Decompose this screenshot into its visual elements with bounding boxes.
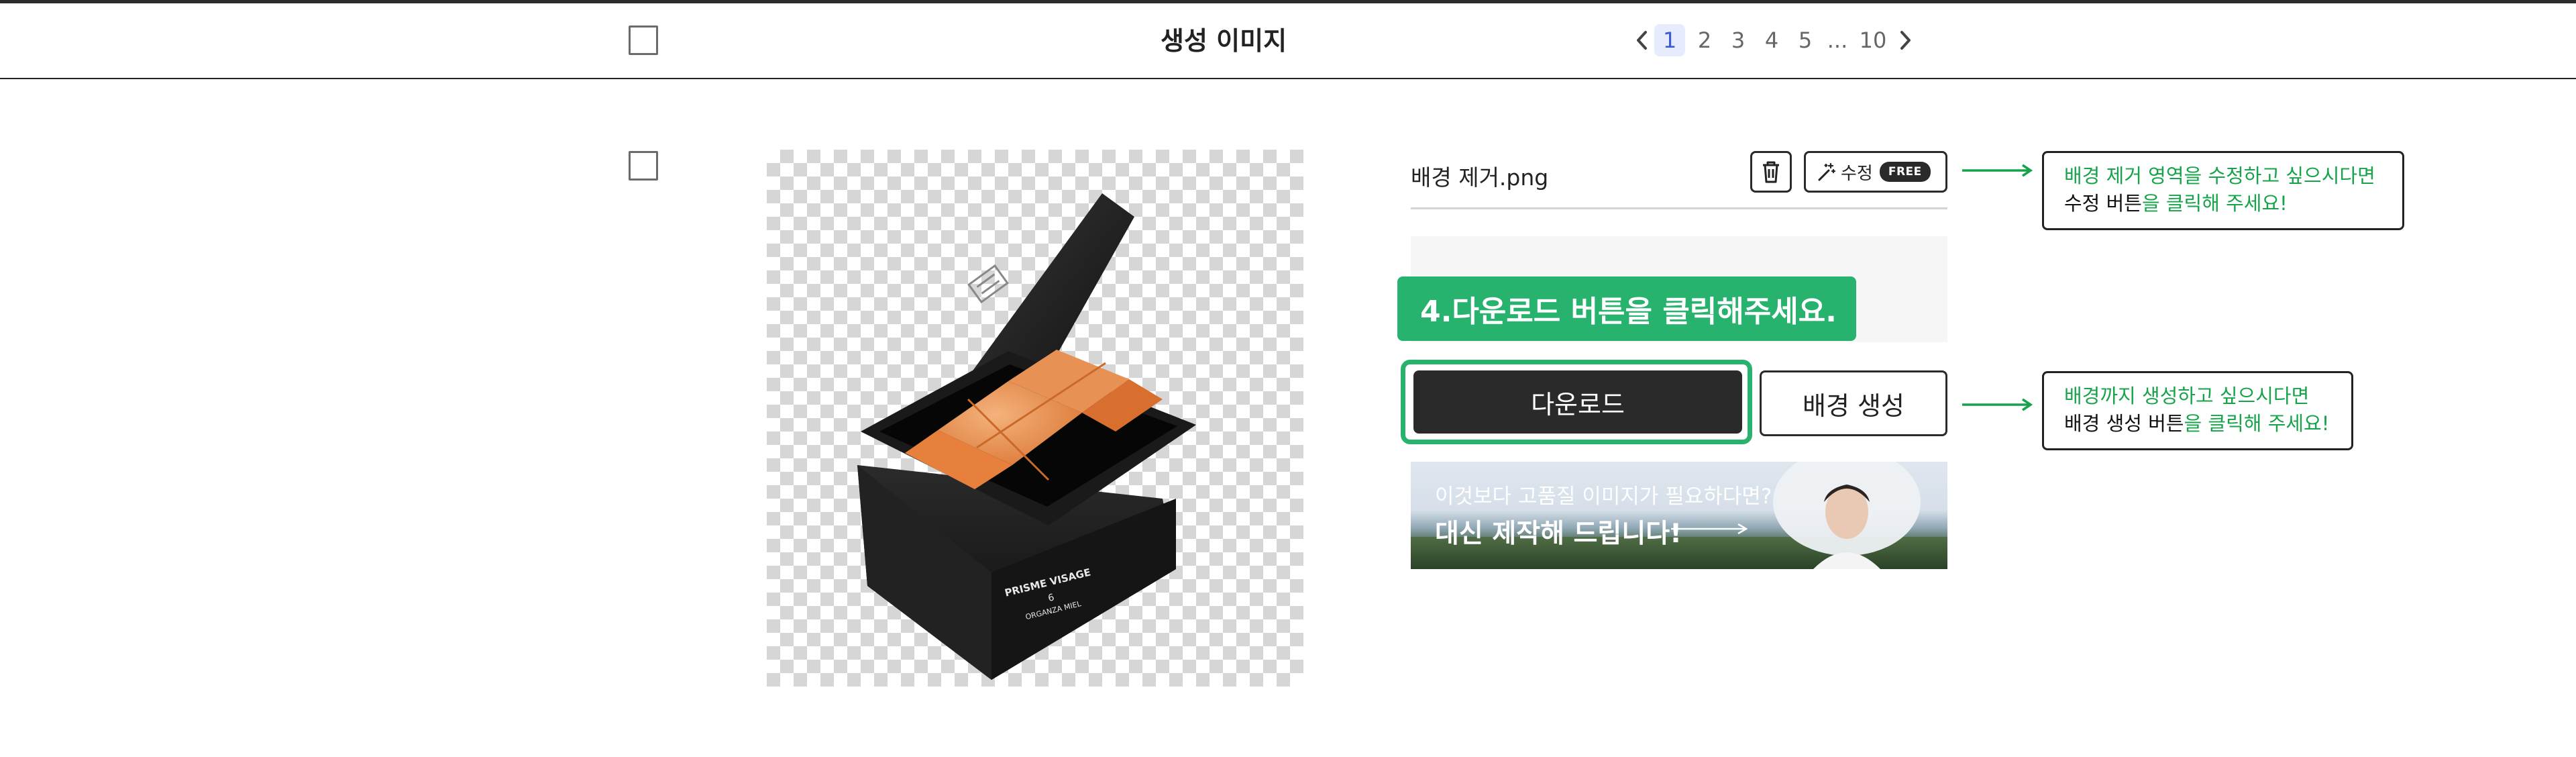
guide-arrow-icon xyxy=(1962,164,2033,177)
promo-banner[interactable]: 이것보다 고품질 이미지가 필요하다면? 대신 제작해 드립니다! xyxy=(1411,462,1947,569)
page-1[interactable]: 1 xyxy=(1654,24,1685,56)
page-ellipsis: ... xyxy=(1827,28,1848,53)
page-title: 생성 이미지 xyxy=(1161,26,1287,56)
page-4[interactable]: 4 xyxy=(1755,24,1788,56)
generate-callout: 배경까지 생성하고 싶으시다면 배경 생성 버튼을 클릭해 주세요! xyxy=(2042,371,2353,450)
next-page-button[interactable] xyxy=(1893,23,1917,58)
chevron-right-icon xyxy=(1900,31,1911,50)
page-3[interactable]: 3 xyxy=(1721,24,1755,56)
delete-button[interactable] xyxy=(1750,151,1792,193)
generate-background-button[interactable]: 배경 생성 xyxy=(1760,370,1947,436)
trash-icon xyxy=(1763,161,1779,183)
banner-model-image xyxy=(1773,462,1921,569)
step-tooltip: 4.다운로드 버튼을 클릭해주세요. xyxy=(1397,276,1856,341)
edit-button-label: 수정 xyxy=(1841,163,1873,184)
generate-callout-strong: 배경 생성 버튼 xyxy=(2064,412,2184,435)
file-divider xyxy=(1411,207,1947,209)
page-10[interactable]: 10 xyxy=(1853,24,1893,56)
prev-page-button[interactable] xyxy=(1630,23,1654,58)
banner-subtitle: 이것보다 고품질 이미지가 필요하다면? xyxy=(1435,485,1772,509)
guide-arrow-icon xyxy=(1962,398,2033,411)
generate-callout-rest: 을 클릭해 주세요! xyxy=(2184,412,2330,435)
window-top-border xyxy=(0,0,2576,3)
edit-callout-line1: 배경 제거 영역을 수정하고 싶으시다면 xyxy=(2064,164,2375,187)
row-select-checkbox[interactable] xyxy=(629,151,658,181)
edit-button[interactable]: 수정 FREE xyxy=(1804,151,1947,193)
header-divider xyxy=(0,78,2576,79)
product-image: PRISME VISAGE 6 ORGANZA MIEL xyxy=(857,193,1196,680)
generated-image[interactable]: PRISME VISAGE 6 ORGANZA MIEL xyxy=(767,150,1303,687)
select-all-checkbox[interactable] xyxy=(629,26,658,55)
chevron-left-icon xyxy=(1637,31,1647,50)
generate-callout-line1: 배경까지 생성하고 싶으시다면 xyxy=(2064,385,2310,407)
page-5[interactable]: 5 xyxy=(1788,24,1822,56)
edit-callout-rest: 을 클릭해 주세요! xyxy=(2141,192,2288,215)
pagination: 1 2 3 4 5 ... 10 xyxy=(1630,23,1917,58)
download-button[interactable]: 다운로드 xyxy=(1413,370,1742,434)
edit-callout-strong: 수정 버튼 xyxy=(2064,192,2142,215)
arrow-right-icon xyxy=(1671,523,1748,535)
edit-callout: 배경 제거 영역을 수정하고 싶으시다면 수정 버튼을 클릭해 주세요! xyxy=(2042,151,2404,230)
free-badge: FREE xyxy=(1879,162,1931,182)
file-name: 배경 제거.png xyxy=(1411,164,1549,191)
page-2[interactable]: 2 xyxy=(1688,24,1721,56)
magic-wand-icon xyxy=(1818,162,1836,181)
banner-title: 대신 제작해 드립니다! xyxy=(1435,519,1682,549)
